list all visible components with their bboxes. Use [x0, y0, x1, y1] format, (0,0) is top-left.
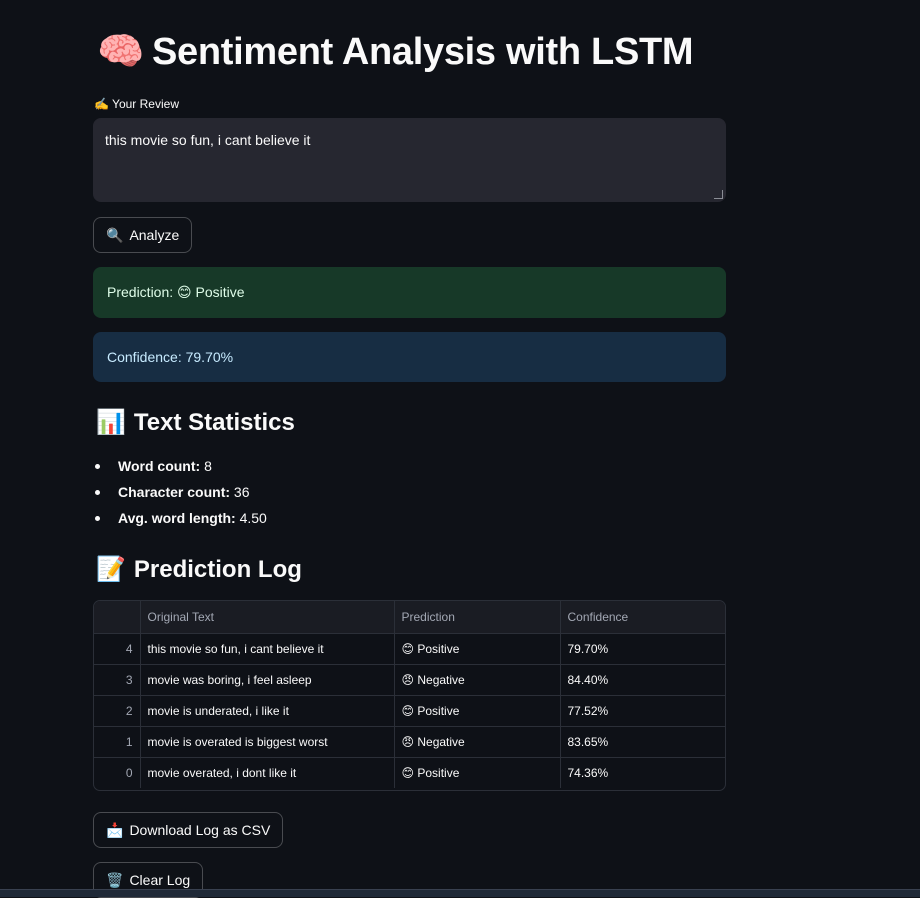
- column-header-prediction[interactable]: Prediction: [394, 601, 561, 634]
- resize-handle[interactable]: [714, 190, 723, 199]
- stats-list: Word count: 8 Character count: 36 Avg. w…: [93, 456, 267, 534]
- row-text[interactable]: this movie so fun, i cant believe it: [140, 633, 395, 665]
- trash-icon: 🗑️: [106, 871, 124, 888]
- confidence-alert: Confidence: 79.70%: [93, 332, 726, 382]
- review-text: this movie so fun, i cant believe it: [105, 132, 311, 148]
- stat-word-count: Word count: 8: [93, 456, 267, 482]
- row-prediction[interactable]: 😊 Positive: [394, 757, 561, 788]
- row-index[interactable]: 1: [94, 726, 141, 758]
- stat-value: 4.50: [239, 510, 267, 526]
- clear-button-label: Clear Log: [129, 872, 191, 888]
- stats-heading-text: Text Statistics: [133, 409, 295, 436]
- prediction-label: Negative: [417, 672, 465, 687]
- table-row: 2 movie is underated, i like it 😊 Positi…: [94, 695, 725, 727]
- row-prediction[interactable]: 😠 Negative: [394, 726, 561, 758]
- stat-label: Character count:: [118, 484, 231, 500]
- table-row: 3 movie was boring, i feel asleep 😠 Nega…: [94, 664, 725, 696]
- stat-character-count: Character count: 36: [93, 482, 267, 508]
- row-text[interactable]: movie is underated, i like it: [140, 695, 395, 727]
- prediction-label: Positive: [417, 765, 460, 780]
- review-textarea[interactable]: this movie so fun, i cant believe it: [93, 118, 726, 202]
- smile-icon: 😊: [401, 765, 415, 780]
- row-index[interactable]: 0: [94, 757, 141, 788]
- row-confidence[interactable]: 83.65%: [560, 726, 725, 758]
- bar-chart-icon: 📊: [96, 409, 126, 436]
- stat-value: 8: [204, 458, 212, 474]
- prediction-log-table[interactable]: Original Text Prediction Confidence 4 th…: [93, 600, 726, 791]
- magnifier-icon: 🔍: [106, 226, 124, 243]
- analyze-button-label: Analyze: [129, 227, 180, 243]
- row-index[interactable]: 2: [94, 695, 141, 727]
- row-index[interactable]: 3: [94, 664, 141, 696]
- table-row: 1 movie is overated is biggest worst 😠 N…: [94, 726, 725, 758]
- row-text[interactable]: movie was boring, i feel asleep: [140, 664, 395, 696]
- stat-label: Avg. word length:: [118, 510, 236, 526]
- prediction-alert: Prediction: 😊 Positive: [93, 267, 726, 318]
- angry-icon: 😠: [401, 734, 415, 749]
- prediction-label: Positive: [417, 641, 460, 656]
- stat-value: 36: [233, 484, 250, 500]
- memo-icon: 📝: [96, 556, 126, 583]
- row-text[interactable]: movie overated, i dont like it: [140, 757, 395, 788]
- prediction-label: Negative: [417, 734, 465, 749]
- smile-icon: 😊: [401, 641, 415, 656]
- column-header-original-text[interactable]: Original Text: [140, 601, 395, 634]
- row-confidence[interactable]: 74.36%: [560, 757, 725, 788]
- row-confidence[interactable]: 79.70%: [560, 633, 725, 665]
- log-heading-text: Prediction Log: [133, 556, 302, 583]
- analyze-button[interactable]: 🔍 Analyze: [93, 217, 193, 253]
- page-title-text: Sentiment Analysis with LSTM: [152, 31, 694, 73]
- table-header-row: Original Text Prediction Confidence: [94, 601, 725, 634]
- column-header-index[interactable]: [94, 601, 141, 634]
- log-heading: 📝 Prediction Log: [96, 555, 302, 584]
- angry-icon: 😠: [401, 672, 415, 687]
- stat-avg-word-length: Avg. word length: 4.50: [93, 508, 267, 534]
- stats-heading: 📊 Text Statistics: [96, 408, 295, 437]
- review-label: ✍️ Your Review: [94, 97, 179, 111]
- smile-icon: 😊: [401, 703, 415, 718]
- row-prediction[interactable]: 😠 Negative: [394, 664, 561, 696]
- row-confidence[interactable]: 77.52%: [560, 695, 725, 727]
- row-text[interactable]: movie is overated is biggest worst: [140, 726, 395, 758]
- page-title: 🧠 Sentiment Analysis with LSTM: [97, 30, 694, 74]
- brain-icon: 🧠: [97, 31, 145, 73]
- prediction-text: Prediction: 😊 Positive: [107, 284, 245, 300]
- row-index[interactable]: 4: [94, 633, 141, 665]
- confidence-text: Confidence: 79.70%: [107, 349, 234, 365]
- stat-label: Word count:: [118, 458, 201, 474]
- download-icon: 📩: [106, 821, 124, 838]
- download-button-label: Download Log as CSV: [129, 822, 271, 838]
- row-confidence[interactable]: 84.40%: [560, 664, 725, 696]
- download-log-button[interactable]: 📩 Download Log as CSV: [93, 812, 284, 848]
- table-row: 4 this movie so fun, i cant believe it 😊…: [94, 633, 725, 665]
- column-header-confidence[interactable]: Confidence: [560, 601, 725, 634]
- table-row: 0 movie overated, i dont like it 😊 Posit…: [94, 757, 725, 788]
- row-prediction[interactable]: 😊 Positive: [394, 633, 561, 665]
- row-prediction[interactable]: 😊 Positive: [394, 695, 561, 727]
- prediction-label: Positive: [417, 703, 460, 718]
